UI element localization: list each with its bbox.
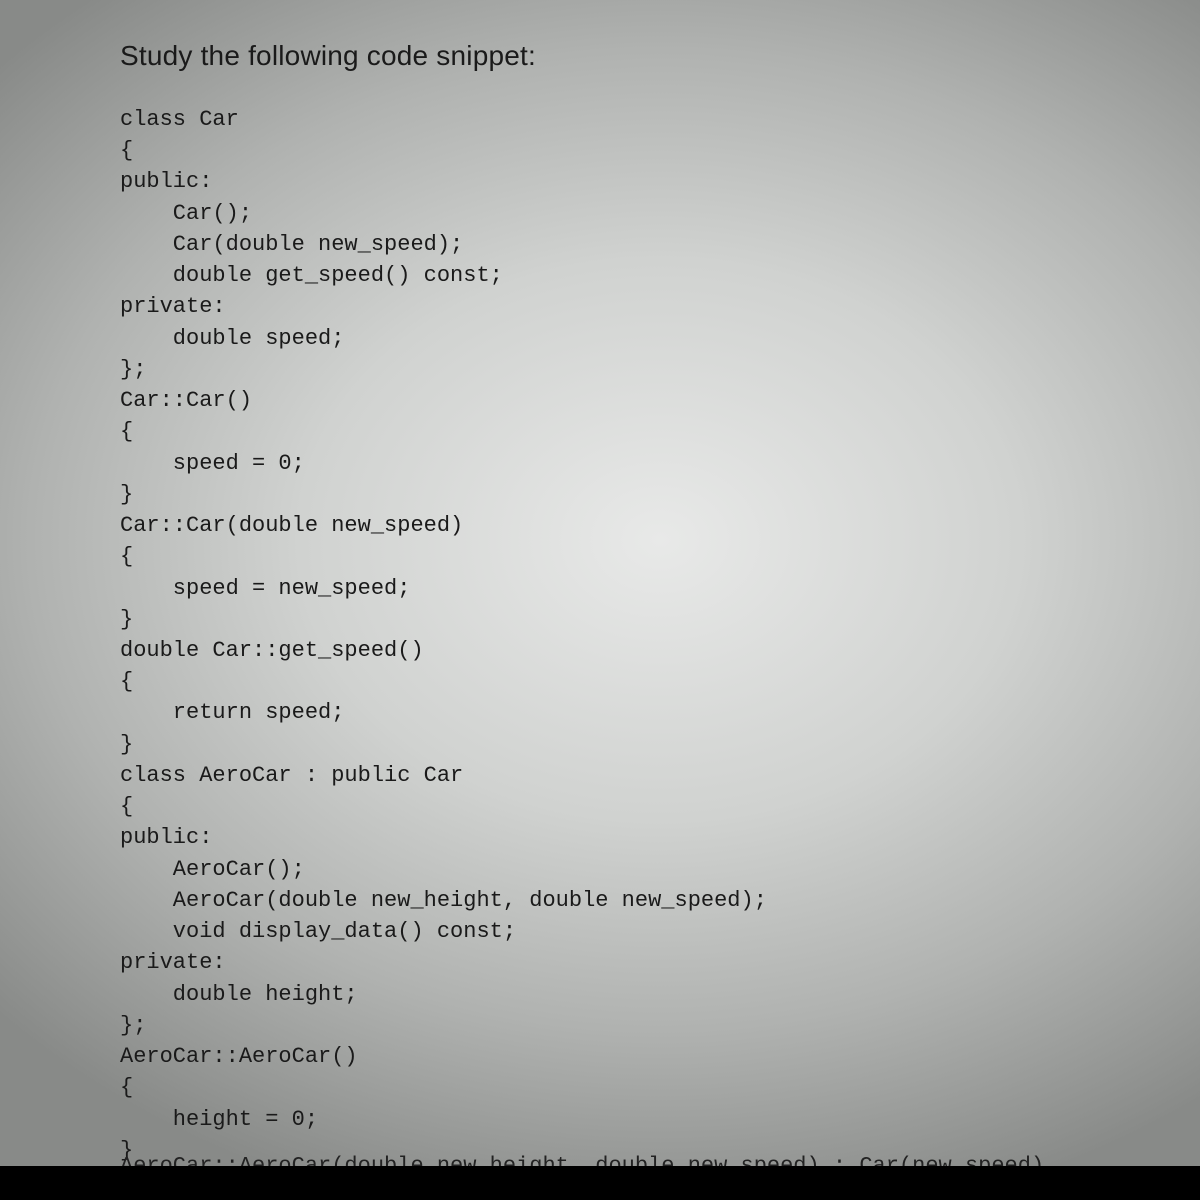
document-page: Study the following code snippet: class …: [0, 0, 1200, 1166]
code-snippet: class Car { public: Car(); Car(double ne…: [120, 104, 1200, 1166]
bottom-black-bar: [0, 1166, 1200, 1200]
question-heading: Study the following code snippet:: [120, 40, 1200, 72]
